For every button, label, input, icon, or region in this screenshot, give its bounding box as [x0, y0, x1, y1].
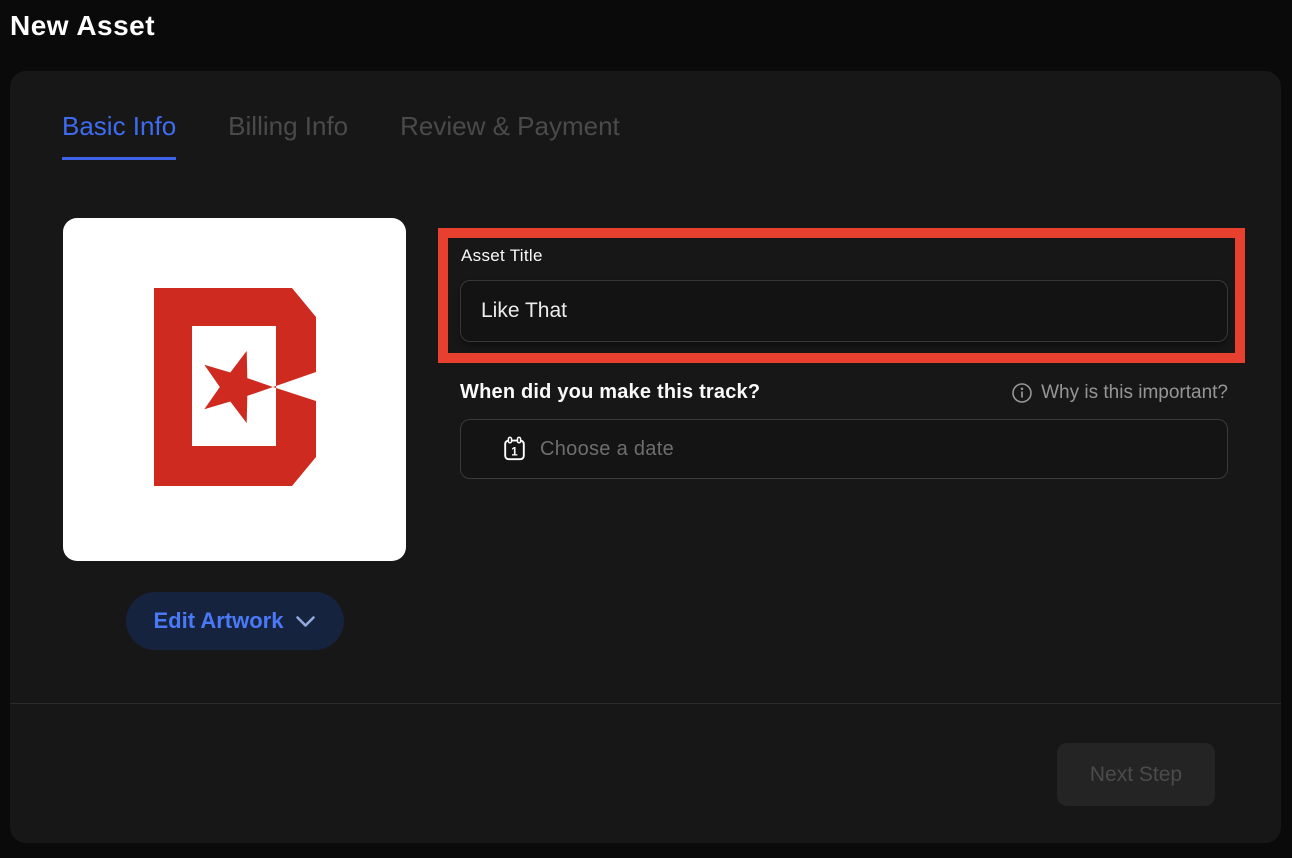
red-d-star-logo-icon	[154, 288, 316, 491]
footer-divider	[10, 703, 1281, 704]
info-circle-icon	[1011, 382, 1033, 404]
why-important-text: Why is this important?	[1041, 382, 1228, 404]
calendar-day-number: 1	[511, 447, 518, 459]
tab-review-payment[interactable]: Review & Payment	[400, 112, 620, 160]
tab-billing-info[interactable]: Billing Info	[228, 112, 348, 160]
why-important-link[interactable]: Why is this important?	[1011, 382, 1228, 404]
asset-title-input[interactable]	[460, 280, 1228, 342]
artwork-preview	[63, 218, 406, 561]
new-asset-card: Basic Info Billing Info Review & Payment…	[10, 71, 1281, 843]
edit-artwork-label: Edit Artwork	[154, 608, 284, 634]
tab-basic-info[interactable]: Basic Info	[62, 112, 176, 160]
chevron-down-icon	[295, 615, 316, 628]
edit-artwork-button[interactable]: Edit Artwork	[126, 592, 344, 650]
asset-title-label: Asset Title	[461, 246, 543, 266]
annotation-highlight-box: Asset Title	[438, 228, 1245, 363]
page-title: New Asset	[10, 10, 155, 42]
track-date-section-header: When did you make this track? Why is thi…	[460, 381, 1228, 404]
date-picker-input[interactable]: 1 Choose a date	[460, 419, 1228, 479]
track-date-label: When did you make this track?	[460, 381, 760, 404]
next-step-button[interactable]: Next Step	[1057, 743, 1215, 806]
date-placeholder-text: Choose a date	[540, 438, 674, 461]
tab-bar: Basic Info Billing Info Review & Payment	[62, 112, 620, 160]
calendar-icon: 1	[502, 436, 527, 462]
